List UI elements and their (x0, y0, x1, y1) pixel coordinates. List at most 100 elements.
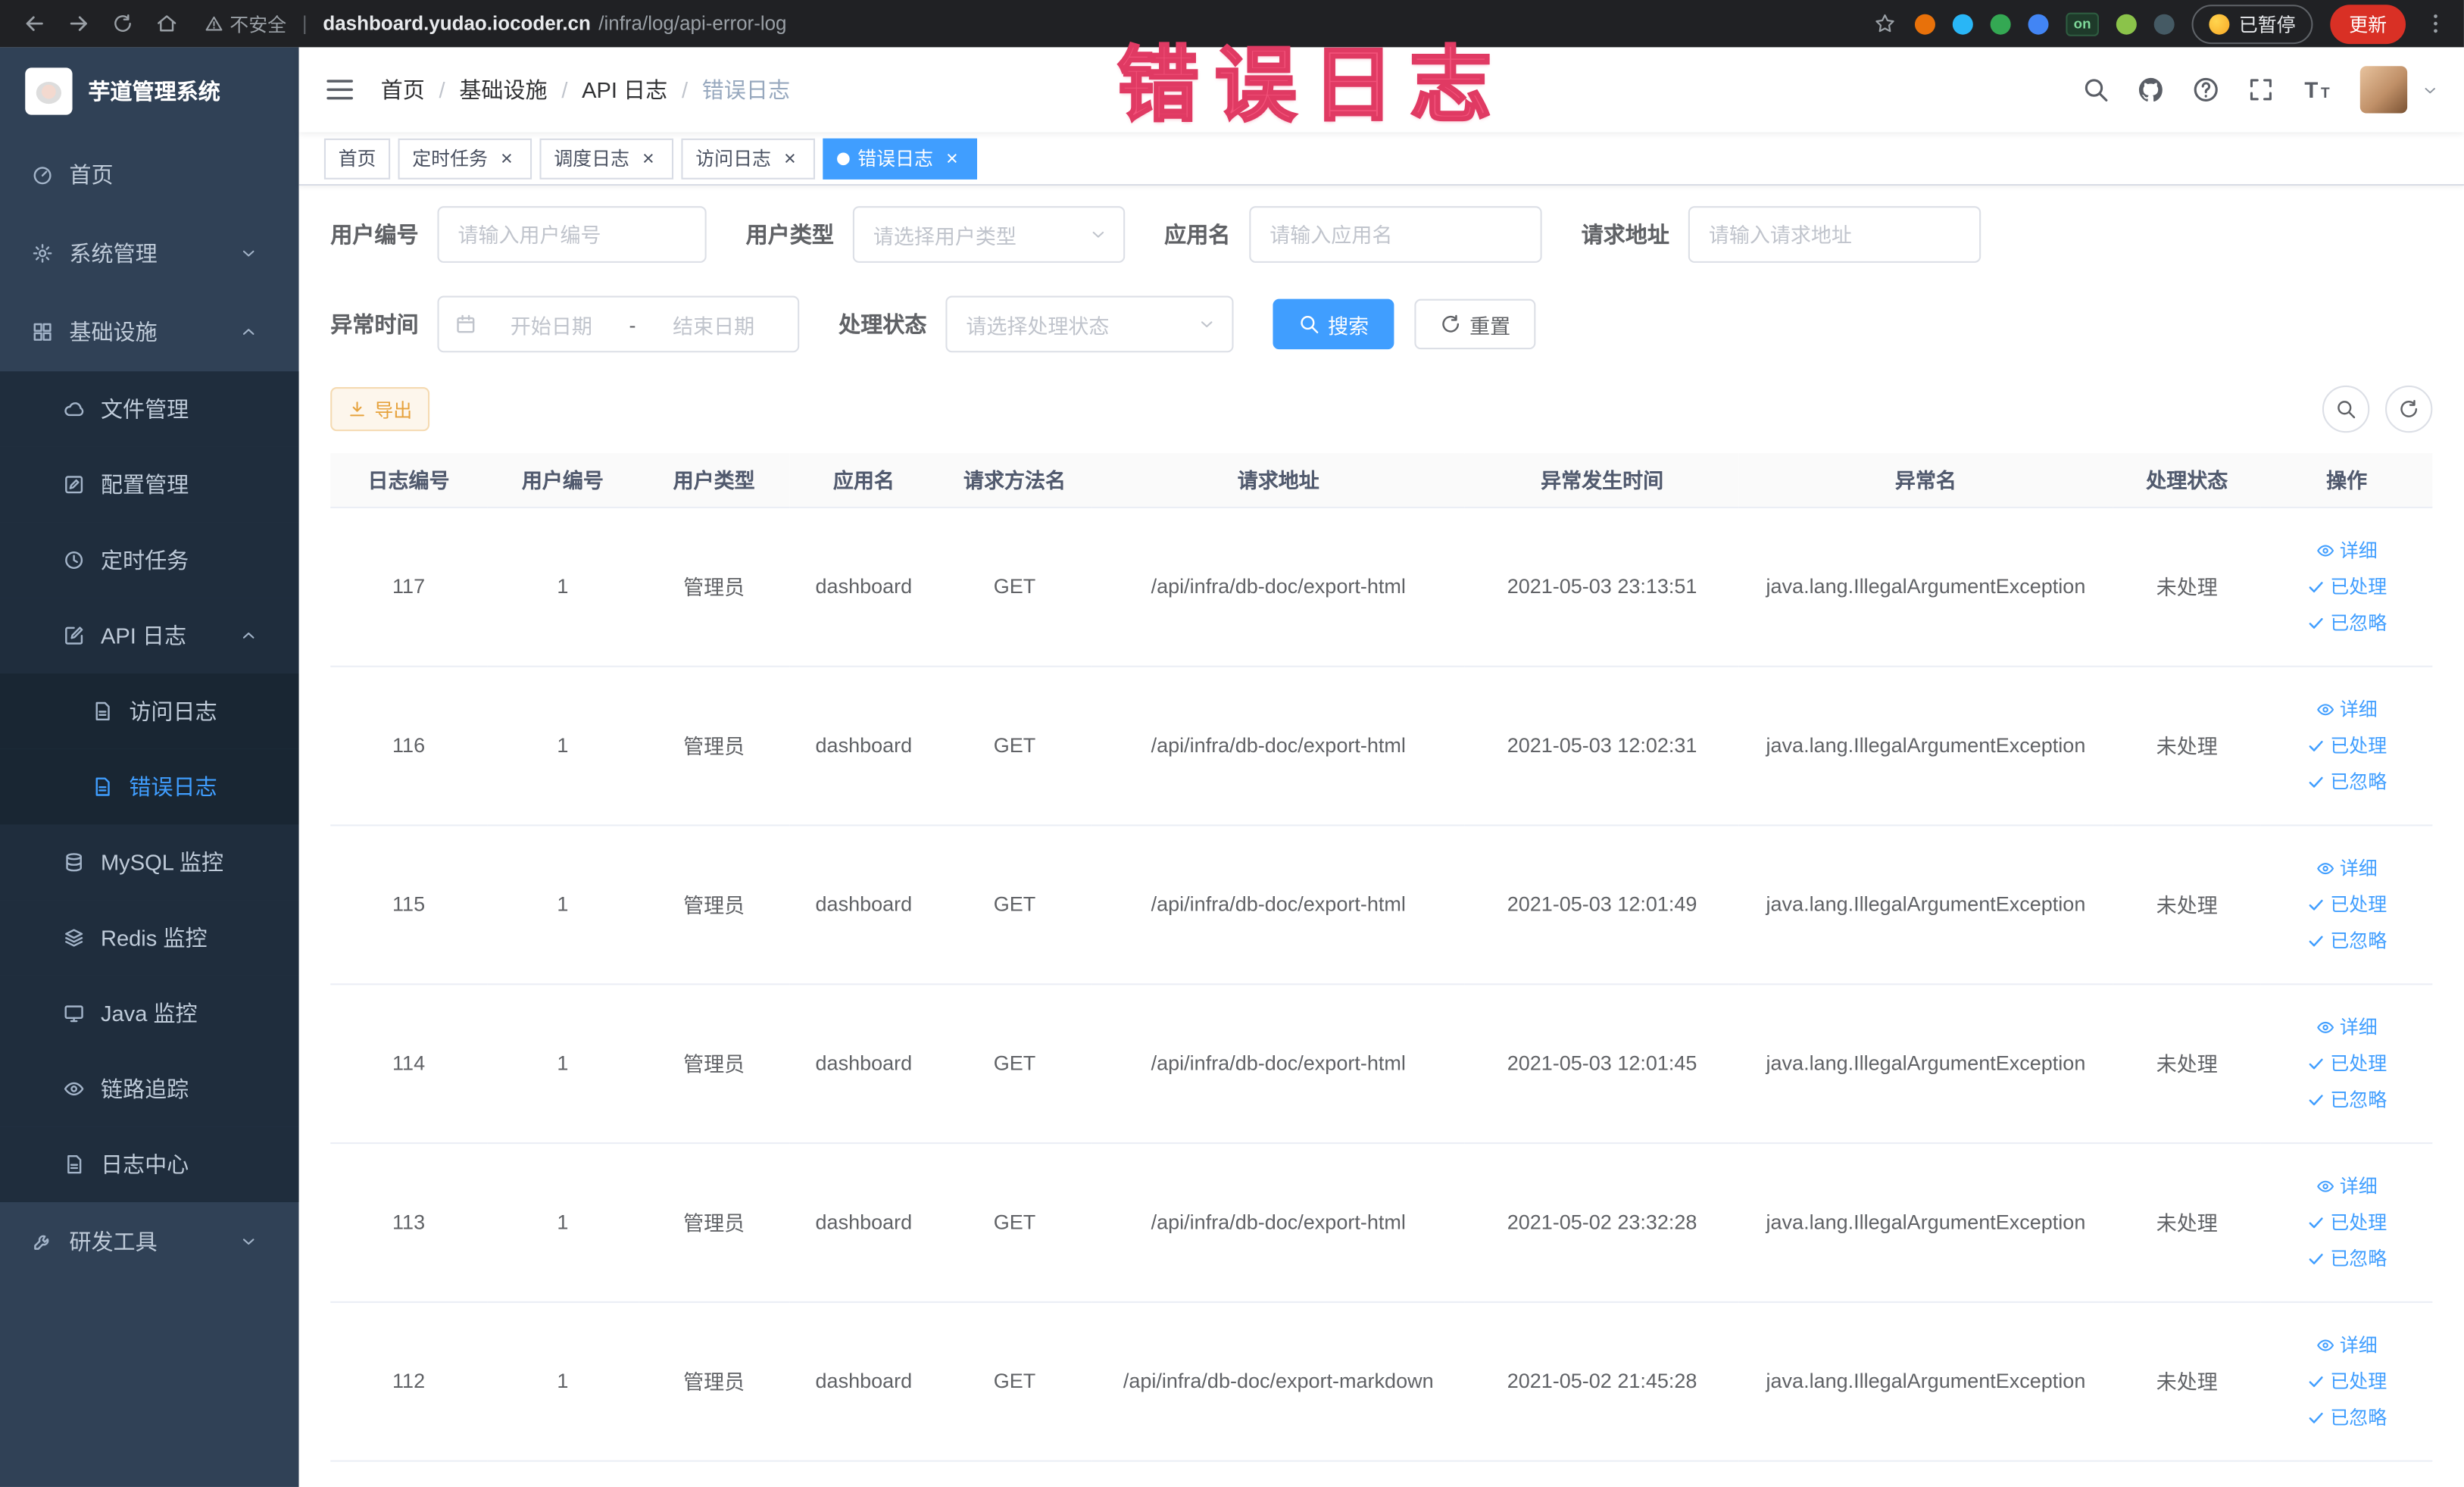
tab-close-icon[interactable]: × (941, 147, 963, 169)
paused-badge[interactable]: 已暂停 (2191, 4, 2313, 44)
tab-access-log[interactable]: 访问日志 × (681, 137, 816, 179)
help-icon[interactable] (2192, 76, 2220, 104)
processed-link[interactable]: 已处理 (2306, 1208, 2387, 1235)
extension-green-check-icon[interactable] (1990, 13, 2011, 34)
sidebar-item-mysql[interactable]: MySQL 监控 (0, 824, 299, 901)
detail-link[interactable]: 详细 (2316, 1331, 2378, 1357)
sidebar-item-redis[interactable]: Redis 监控 (0, 900, 299, 976)
reload-icon[interactable] (104, 5, 142, 42)
date-range-separator: - (629, 312, 636, 336)
sidebar-item-log-center[interactable]: 日志中心 (0, 1126, 299, 1202)
extension-dark-icon[interactable] (2153, 13, 2175, 34)
processed-link[interactable]: 已处理 (2306, 1049, 2387, 1076)
error-time-range-picker[interactable]: 开始日期 - 结束日期 (437, 295, 800, 353)
tab-label: 定时任务 (412, 148, 488, 170)
forward-icon[interactable] (60, 5, 98, 42)
back-icon[interactable] (16, 5, 54, 42)
ignored-link[interactable]: 已忽略 (2306, 1245, 2387, 1271)
user-id-input[interactable] (437, 206, 707, 263)
ignored-link[interactable]: 已忽略 (2306, 1404, 2387, 1430)
tab-close-icon[interactable]: × (779, 147, 801, 169)
detail-link[interactable]: 详细 (2316, 1014, 2378, 1040)
app-name-input[interactable] (1249, 206, 1542, 263)
breadcrumb-item[interactable]: API 日志 (582, 74, 667, 106)
sidebar-item-tracer[interactable]: 链路追踪 (0, 1051, 299, 1127)
avatar-caret-icon[interactable] (2422, 81, 2439, 98)
cell-process-status: 未处理 (2113, 824, 2262, 985)
search-button[interactable]: 搜索 (1273, 298, 1394, 350)
app-logo[interactable]: 芋道管理系统 (0, 47, 299, 135)
extension-orange-icon[interactable] (1914, 13, 1935, 34)
reset-button[interactable]: 重置 (1414, 298, 1536, 350)
cell-method: GET (938, 506, 1091, 667)
github-icon[interactable] (2137, 76, 2165, 104)
search-icon[interactable] (2081, 76, 2110, 104)
sidebar-item-error-log[interactable]: 错误日志 (0, 748, 299, 825)
processed-link[interactable]: 已处理 (2306, 891, 2387, 917)
tab-job[interactable]: 定时任务 × (398, 137, 532, 179)
tags-view-bar: 首页 定时任务 × 调度日志 × 访问日志 × 错误日志 × (298, 132, 2464, 186)
refresh-table-button[interactable] (2385, 385, 2433, 433)
browser-update-button[interactable]: 更新 (2330, 4, 2406, 44)
main-area: 首页 / 基础设施 / API 日志 / 错误日志 TT 首页 定时任务 × 调度日志 × 访问日志 ×… (298, 47, 2464, 1487)
sidebar-item-system[interactable]: 系统管理 (0, 214, 299, 292)
processed-link[interactable]: 已处理 (2306, 1367, 2387, 1394)
extension-blue-grid-icon[interactable] (2028, 13, 2049, 34)
sidebar-item-api-log[interactable]: API 日志 (0, 598, 299, 674)
sidebar-item-home[interactable]: 首页 (0, 136, 299, 214)
browser-menu-icon[interactable] (2423, 11, 2448, 36)
security-label: 不安全 (230, 13, 287, 36)
sidebar-item-config[interactable]: 配置管理 (0, 446, 299, 523)
process-status-select[interactable]: 请选择处理状态 (945, 295, 1234, 353)
extension-cyan-icon[interactable] (1952, 13, 1973, 34)
tab-error-log[interactable]: 错误日志 × (823, 137, 978, 179)
extension-on-badge[interactable]: on (2066, 11, 2099, 36)
user-avatar[interactable] (2359, 66, 2408, 114)
sidebar-item-infra[interactable]: 基础设施 (0, 292, 299, 371)
sidebar-item-file[interactable]: 文件管理 (0, 371, 299, 447)
ignored-link[interactable]: 已忽略 (2306, 609, 2387, 636)
detail-link[interactable]: 详细 (2316, 854, 2378, 881)
breadcrumb-item[interactable]: 基础设施 (459, 74, 547, 106)
chevron-down-icon (1088, 225, 1107, 244)
chevron-down-icon (239, 244, 258, 263)
table-tools (2322, 385, 2433, 433)
home-icon[interactable] (148, 5, 186, 42)
edit-icon (63, 473, 85, 495)
fullscreen-icon[interactable] (2247, 76, 2275, 104)
tab-close-icon[interactable]: × (637, 147, 659, 169)
end-date-placeholder: 结束日期 (673, 314, 755, 338)
tab-label: 错误日志 (857, 148, 933, 170)
processed-link[interactable]: 已处理 (2306, 732, 2387, 758)
address-bar[interactable]: 不安全 | dashboard.yudao.iocoder.cn/infra/l… (205, 11, 787, 37)
export-button[interactable]: 导出 (330, 386, 430, 432)
sidebar-item-access-log[interactable]: 访问日志 (0, 673, 299, 749)
cell-user-id: 1 (486, 1301, 639, 1461)
font-size-icon[interactable]: TT (2302, 74, 2334, 106)
site-security[interactable]: 不安全 (205, 11, 286, 37)
detail-link[interactable]: 详细 (2316, 695, 2378, 722)
processed-link[interactable]: 已处理 (2306, 573, 2387, 599)
cell-actions: 详细 已处理 已忽略 (2261, 983, 2433, 1144)
detail-link[interactable]: 详细 (2316, 536, 2378, 563)
bookmark-star-icon[interactable] (1872, 11, 1897, 36)
sidebar-item-job[interactable]: 定时任务 (0, 522, 299, 598)
sidebar-item-java[interactable]: Java 监控 (0, 975, 299, 1051)
download-icon (348, 400, 367, 419)
user-type-select[interactable]: 请选择用户类型 (852, 206, 1126, 263)
ignored-link[interactable]: 已忽略 (2306, 926, 2387, 953)
address-separator: | (301, 12, 308, 35)
extension-leaf-icon[interactable] (2116, 13, 2137, 34)
request-url-input[interactable] (1688, 206, 1982, 263)
tab-home[interactable]: 首页 (323, 137, 391, 179)
sidebar-item-dev-tools[interactable]: 研发工具 (0, 1202, 299, 1281)
tab-job-log[interactable]: 调度日志 × (539, 137, 674, 179)
breadcrumb-item[interactable]: 首页 (381, 74, 425, 106)
hamburger-icon[interactable] (324, 74, 356, 106)
toggle-search-button[interactable] (2322, 385, 2370, 433)
detail-link[interactable]: 详细 (2316, 1173, 2378, 1199)
ignored-link[interactable]: 已忽略 (2306, 768, 2387, 795)
cell-user-type: 管理员 (638, 665, 790, 826)
ignored-link[interactable]: 已忽略 (2306, 1086, 2387, 1112)
tab-close-icon[interactable]: × (495, 147, 517, 169)
